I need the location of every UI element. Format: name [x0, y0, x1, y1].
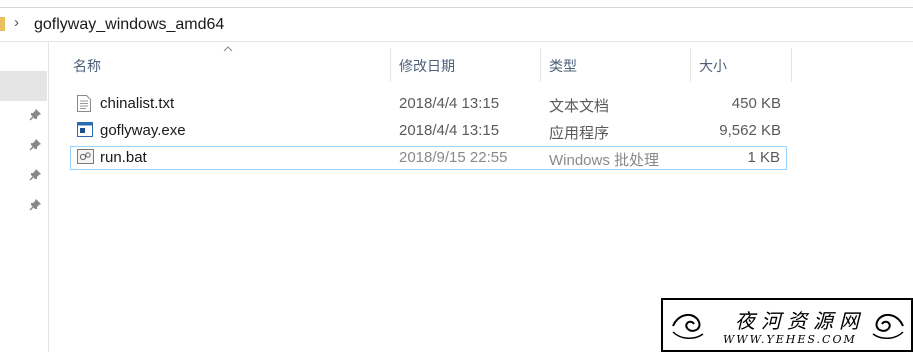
breadcrumb-current-folder[interactable]: goflyway_windows_amd64 — [34, 16, 224, 34]
file-modified: 2018/4/4 13:15 — [399, 122, 500, 139]
nav-pane-divider — [48, 42, 49, 352]
file-name[interactable]: goflyway.exe — [100, 122, 186, 139]
ornament-right-icon — [872, 314, 904, 339]
batch-file-icon — [77, 149, 94, 166]
file-size: 450 KB — [731, 95, 781, 112]
pin-icon[interactable] — [29, 198, 42, 214]
chevron-right-icon[interactable]: › — [14, 14, 19, 31]
pin-icon[interactable] — [29, 168, 42, 184]
column-header-modified[interactable]: 修改日期 — [399, 56, 455, 76]
file-type: 应用程序 — [549, 125, 610, 142]
file-type: Windows 批处理 — [549, 152, 660, 169]
column-header-type[interactable]: 类型 — [549, 56, 577, 76]
file-size: 9,562 KB — [719, 122, 781, 139]
file-modified: 2018/4/4 13:15 — [399, 95, 500, 112]
column-header-name[interactable]: 名称 — [73, 56, 101, 76]
watermark-title: 夜河资源网 — [735, 309, 865, 333]
column-divider[interactable] — [791, 48, 792, 82]
folder-icon — [0, 17, 5, 31]
file-size: 1 KB — [747, 149, 780, 166]
address-bar[interactable]: › goflyway_windows_amd64 — [0, 7, 913, 42]
file-row-focused[interactable]: run.bat 2018/9/15 22:55 Windows 批处理 1 KB — [70, 146, 787, 170]
file-row[interactable]: goflyway.exe 2018/4/4 13:15 应用程序 9,562 K… — [70, 119, 787, 143]
column-header-size[interactable]: 大小 — [699, 56, 727, 76]
file-name[interactable]: run.bat — [100, 149, 147, 166]
watermark-url: WWW.YEHES.COM — [723, 333, 857, 346]
file-modified: 2018/9/15 22:55 — [399, 149, 508, 166]
column-divider[interactable] — [390, 48, 391, 82]
file-row[interactable]: chinalist.txt 2018/4/4 13:15 文本文档 450 KB — [70, 92, 787, 116]
text-file-icon — [77, 95, 91, 112]
ornament-left-icon — [672, 314, 704, 339]
pin-icon[interactable] — [29, 108, 42, 124]
file-name[interactable]: chinalist.txt — [100, 95, 174, 112]
pin-icon[interactable] — [29, 138, 42, 154]
sort-ascending-icon — [223, 44, 233, 55]
exe-file-icon — [77, 122, 93, 139]
site-watermark: 夜河资源网 WWW.YEHES.COM — [661, 298, 913, 352]
column-divider[interactable] — [540, 48, 541, 82]
file-type: 文本文档 — [549, 98, 610, 115]
column-divider[interactable] — [690, 48, 691, 82]
nav-pane-selected-item[interactable] — [0, 71, 47, 101]
